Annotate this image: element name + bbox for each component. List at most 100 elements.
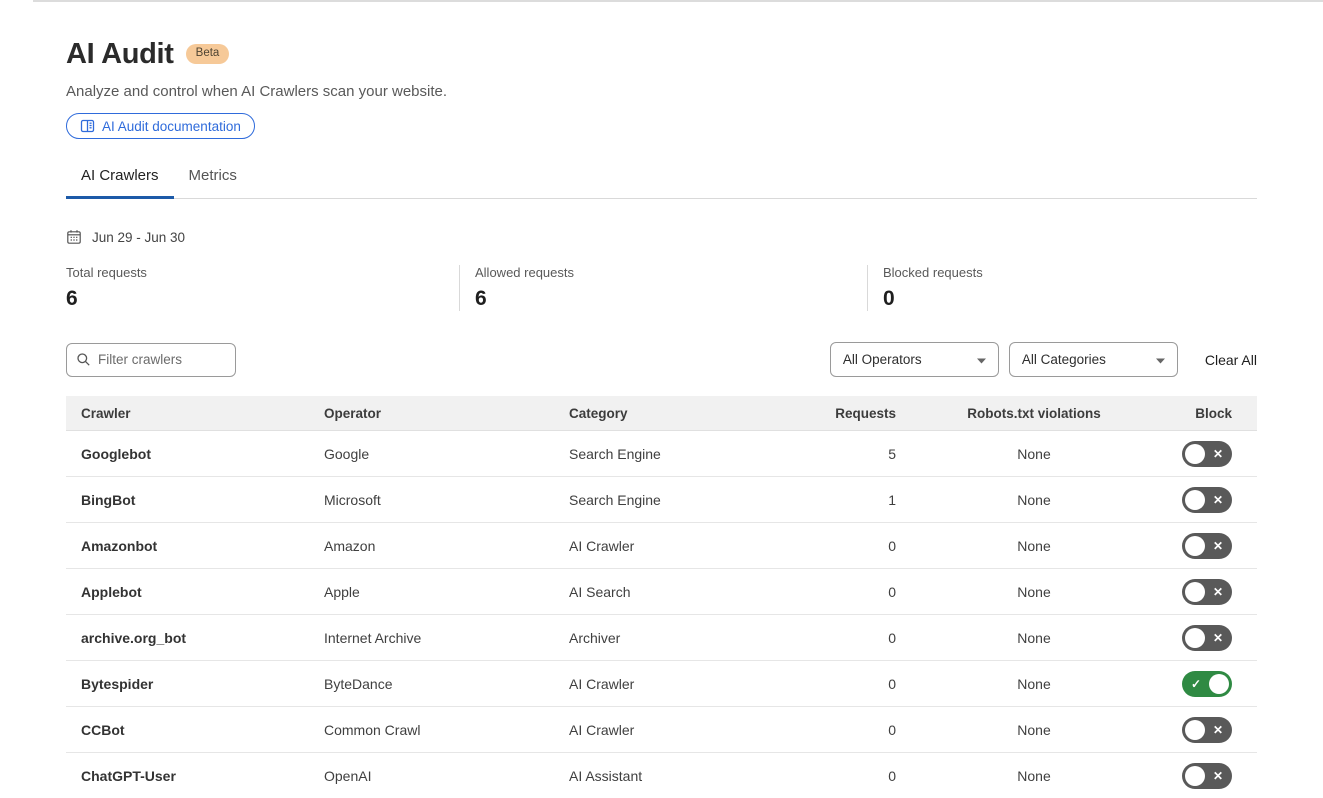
x-icon: ✕ (1213, 494, 1223, 506)
block-toggle[interactable]: ✕ (1182, 763, 1232, 789)
date-range-label: Jun 29 - Jun 30 (92, 230, 185, 245)
operators-dropdown-value: All Operators (843, 352, 922, 367)
block-toggle[interactable]: ✓ (1182, 671, 1232, 697)
violations-cell: None (899, 630, 1169, 646)
crawler-name: Bytespider (66, 676, 324, 692)
table-row: AmazonbotAmazonAI Crawler0None✕ (66, 523, 1257, 569)
category-cell: Archiver (569, 630, 814, 646)
categories-dropdown[interactable]: All Categories (1009, 342, 1178, 377)
operator-cell: Microsoft (324, 492, 569, 508)
block-cell: ✓ (1169, 671, 1257, 697)
crawler-name: Amazonbot (66, 538, 324, 554)
top-divider (33, 0, 1323, 2)
operator-cell: OpenAI (324, 768, 569, 784)
table-row: BingBotMicrosoftSearch Engine1None ✕ (66, 477, 1257, 523)
filter-bar: All Operators All Categories Clear All (66, 342, 1257, 377)
documentation-link[interactable]: AI Audit documentation (66, 113, 255, 139)
table-row: ApplebotAppleAI Search0None✕ (66, 569, 1257, 615)
crawler-name: Googlebot (66, 446, 324, 462)
calendar-icon (66, 229, 82, 245)
category-cell: Search Engine (569, 492, 814, 508)
category-cell: AI Crawler (569, 676, 814, 692)
crawler-name: Applebot (66, 584, 324, 600)
filter-crawlers-input[interactable] (66, 343, 236, 377)
crawler-name: archive.org_bot (66, 630, 324, 646)
crawlers-table: Crawler Operator Category Requests Robot… (66, 396, 1257, 798)
table-row: BytespiderByteDanceAI Crawler0None✓ (66, 661, 1257, 707)
block-toggle[interactable]: ✕ (1182, 487, 1232, 513)
violations-cell: None (899, 492, 1169, 508)
requests-cell: 1 (814, 492, 899, 508)
block-cell: ✕ (1169, 579, 1257, 605)
categories-dropdown-value: All Categories (1022, 352, 1106, 367)
block-toggle[interactable]: ✕ (1182, 579, 1232, 605)
operator-cell: Common Crawl (324, 722, 569, 738)
requests-cell: 0 (814, 538, 899, 554)
violations-cell: None (899, 584, 1169, 600)
operators-dropdown[interactable]: All Operators (830, 342, 999, 377)
requests-cell: 0 (814, 768, 899, 784)
x-icon: ✕ (1213, 586, 1223, 598)
stat-total-requests: Total requests 6 (66, 265, 459, 311)
stat-value: 6 (66, 287, 444, 311)
block-cell: ✕ (1169, 441, 1257, 467)
block-cell: ✕ (1169, 763, 1257, 789)
block-cell: ✕ (1169, 625, 1257, 651)
chevron-down-icon (977, 352, 986, 367)
page-title: AI Audit (66, 38, 174, 70)
category-cell: AI Search (569, 584, 814, 600)
clear-all-button[interactable]: Clear All (1205, 352, 1257, 368)
column-header-requests: Requests (814, 406, 899, 421)
chevron-down-icon (1156, 352, 1165, 367)
column-header-operator: Operator (324, 406, 569, 421)
book-icon (80, 119, 95, 133)
category-cell: Search Engine (569, 446, 814, 462)
block-cell: ✕ (1169, 487, 1257, 513)
operator-cell: Internet Archive (324, 630, 569, 646)
block-toggle[interactable]: ✕ (1182, 533, 1232, 559)
table-row: ChatGPT-UserOpenAIAI Assistant0None ✕ (66, 753, 1257, 798)
stat-value: 0 (883, 287, 1242, 311)
x-icon: ✕ (1213, 770, 1223, 782)
toggle-knob (1185, 490, 1205, 510)
tab-bar: AI Crawlers Metrics (66, 156, 1257, 199)
block-toggle[interactable]: ✕ (1182, 625, 1232, 651)
x-icon: ✕ (1213, 540, 1223, 552)
x-icon: ✕ (1213, 448, 1223, 460)
toggle-knob (1185, 444, 1205, 464)
requests-cell: 0 (814, 630, 899, 646)
x-icon: ✕ (1213, 724, 1223, 736)
violations-cell: None (899, 676, 1169, 692)
stats-row: Total requests 6 Allowed requests 6 Bloc… (66, 265, 1257, 311)
violations-cell: None (899, 722, 1169, 738)
crawler-name: ChatGPT-User (66, 768, 324, 784)
tab-ai-crawlers[interactable]: AI Crawlers (66, 156, 174, 199)
beta-badge: Beta (186, 44, 230, 64)
crawler-name: CCBot (66, 722, 324, 738)
crawler-name: BingBot (66, 492, 324, 508)
block-cell: ✕ (1169, 533, 1257, 559)
check-icon: ✓ (1191, 678, 1201, 690)
table-body: GooglebotGoogleSearch Engine5None✕BingBo… (66, 431, 1257, 798)
block-toggle[interactable]: ✕ (1182, 717, 1232, 743)
violations-cell: None (899, 768, 1169, 784)
table-row: CCBotCommon CrawlAI Crawler0None✕ (66, 707, 1257, 753)
toggle-knob (1185, 628, 1205, 648)
stat-allowed-requests: Allowed requests 6 (459, 265, 867, 311)
operator-cell: ByteDance (324, 676, 569, 692)
stat-label: Allowed requests (475, 265, 852, 280)
tab-metrics[interactable]: Metrics (174, 156, 252, 199)
ai-audit-page: AI Audit Beta Analyze and control when A… (0, 38, 1323, 798)
block-toggle[interactable]: ✕ (1182, 441, 1232, 467)
x-icon: ✕ (1213, 632, 1223, 644)
table-header: Crawler Operator Category Requests Robot… (66, 396, 1257, 431)
date-range-picker[interactable]: Jun 29 - Jun 30 (66, 229, 1257, 245)
operator-cell: Amazon (324, 538, 569, 554)
toggle-knob (1185, 536, 1205, 556)
category-cell: AI Crawler (569, 538, 814, 554)
violations-cell: None (899, 446, 1169, 462)
page-subtitle: Analyze and control when AI Crawlers sca… (66, 83, 1257, 100)
toggle-knob (1185, 720, 1205, 740)
requests-cell: 5 (814, 446, 899, 462)
category-cell: AI Assistant (569, 768, 814, 784)
